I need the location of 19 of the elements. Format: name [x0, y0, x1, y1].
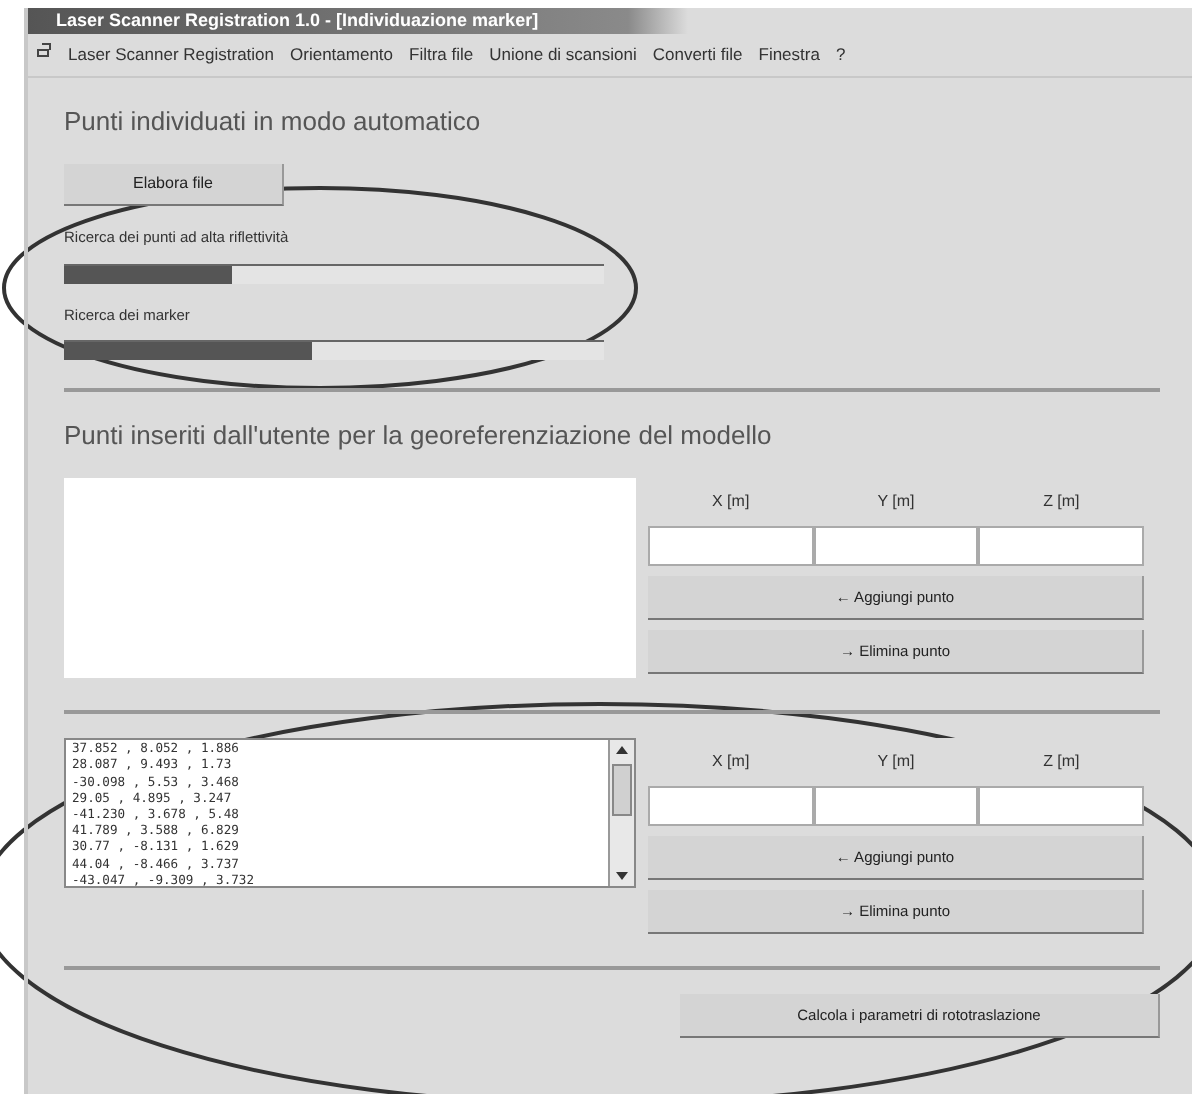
menu-item[interactable]: Laser Scanner Registration	[68, 42, 275, 68]
points-listbox[interactable]	[64, 738, 636, 889]
coordinate-field[interactable]	[648, 526, 814, 567]
scrollbar[interactable]	[608, 740, 634, 887]
window-title: Laser Scanner Registration 1.0 - [Individuazione marker]	[28, 8, 1192, 34]
coordinate-field[interactable]	[648, 786, 814, 827]
menu-item[interactable]: ?	[835, 42, 846, 68]
section-heading: Punti inseriti dall'utente per la georeferenziazione del modello	[64, 417, 774, 454]
coordinate-field[interactable]	[978, 786, 1145, 827]
coordinate-field[interactable]	[813, 526, 979, 567]
process-file-button[interactable]: Elabora file	[64, 164, 284, 207]
menu-item[interactable]: Filtra file	[409, 42, 474, 68]
coordinate-field[interactable]	[813, 786, 979, 827]
menu-item[interactable]: Orientamento	[290, 42, 394, 68]
section-heading: Punti individuati in modo automatico	[64, 103, 483, 140]
menu-item[interactable]: Unione di scansioni	[489, 42, 637, 68]
menu-item[interactable]: Finestra	[758, 42, 820, 68]
coordinate-field[interactable]	[978, 526, 1145, 567]
menu-item[interactable]: Converti file	[652, 42, 743, 68]
